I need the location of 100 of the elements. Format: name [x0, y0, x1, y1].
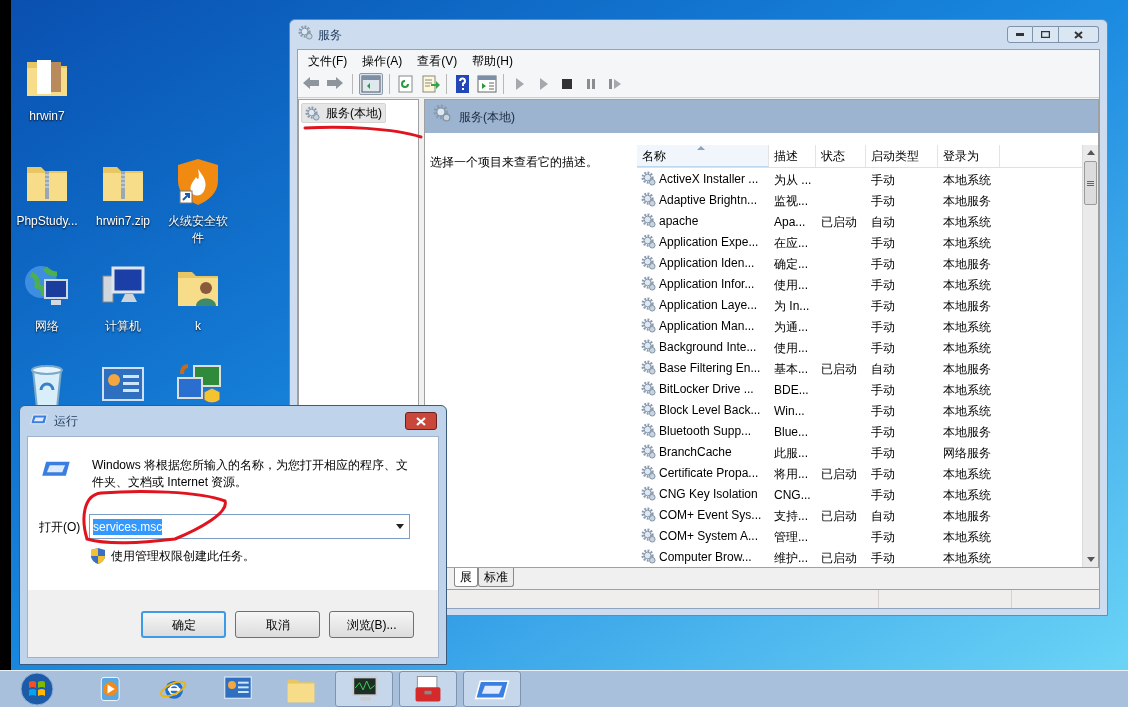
- table-cell: 为从 ...: [774, 172, 812, 187]
- table-cell: CNG...: [774, 487, 811, 502]
- desktop-icon-label[interactable]: 网络: [35, 318, 59, 335]
- scroll-up-arrow-icon[interactable]: [1086, 150, 1095, 155]
- desktop-icon-label[interactable]: hrwin7: [29, 108, 65, 125]
- tree-item[interactable]: 服务(本地): [301, 103, 386, 123]
- dropdown-arrow-icon[interactable]: [396, 524, 404, 529]
- table-cell: 手动: [871, 487, 895, 502]
- maximize-button[interactable]: [1033, 26, 1059, 43]
- export-list-icon[interactable]: [420, 75, 440, 93]
- taskbar-button[interactable]: [335, 671, 393, 707]
- table-cell: 本地系统: [943, 340, 991, 355]
- start-button[interactable]: [18, 672, 56, 706]
- close-button[interactable]: [1059, 26, 1099, 43]
- table-cell: 本地服务: [943, 361, 991, 376]
- table-cell: 手动: [871, 529, 895, 544]
- run-icon: [30, 412, 48, 426]
- shield-icon: [91, 548, 105, 564]
- dialog-button[interactable]: 浏览(B)...: [329, 611, 414, 638]
- column-header[interactable]: 描述: [769, 145, 816, 167]
- dialog-button[interactable]: 确定: [141, 611, 226, 638]
- desktop-icon-label[interactable]: PhpStudy...: [16, 213, 78, 230]
- table-cell-text: COM+ System A...: [659, 527, 759, 545]
- table-cell-text: Application Man...: [659, 317, 755, 335]
- table-cell: 本地系统: [943, 466, 991, 481]
- taskbar-button[interactable]: [399, 671, 457, 707]
- scroll-down-arrow-icon[interactable]: [1086, 557, 1095, 562]
- table-cell: 手动: [871, 319, 895, 334]
- table-cell-text: Application Iden...: [659, 254, 755, 272]
- desktop-icon-label[interactable]: k: [195, 318, 201, 335]
- table-cell: 本地系统: [943, 550, 991, 565]
- gear-icon: [641, 528, 656, 543]
- table-cell: 网络服务: [943, 445, 991, 460]
- table-cell-text: BitLocker Drive ...: [659, 380, 754, 398]
- table-cell: 本地系统: [943, 382, 991, 397]
- column-header[interactable]: 状态: [816, 145, 866, 167]
- table-cell: 手动: [871, 256, 895, 271]
- table-cell-text: CNG Key Isolation: [659, 485, 758, 503]
- refresh-icon[interactable]: [396, 75, 416, 93]
- gear-icon: [641, 213, 656, 228]
- table-cell-text: Application Expe...: [659, 233, 759, 251]
- scrollbar-thumb[interactable]: [1084, 161, 1097, 205]
- dialog-button[interactable]: 取消: [235, 611, 320, 638]
- gear-icon: [641, 444, 656, 459]
- menu-item[interactable]: 帮助(H): [466, 51, 519, 70]
- properties-icon[interactable]: [477, 75, 497, 93]
- table-cell: 已启动: [821, 550, 857, 565]
- table-cell: 手动: [871, 466, 895, 481]
- table-cell: 为通...: [774, 319, 808, 334]
- menu-item[interactable]: 文件(F): [302, 51, 354, 70]
- table-cell: 已启动: [821, 466, 857, 481]
- vertical-scrollbar[interactable]: [1082, 145, 1098, 567]
- table-cell: 本地系统: [943, 277, 991, 292]
- table-cell: 手动: [871, 277, 895, 292]
- table-cell: Apa...: [774, 214, 806, 229]
- view-tab[interactable]: 展: [454, 568, 478, 587]
- maximize-icon: [1041, 31, 1050, 38]
- close-icon: [416, 416, 426, 426]
- table-cell: 手动: [871, 550, 895, 565]
- minimize-icon: [1016, 33, 1024, 36]
- gear-icon: [641, 276, 656, 291]
- table-cell: 支持...: [774, 508, 808, 523]
- grip-icon: [1087, 180, 1094, 186]
- table-cell: 本地系统: [943, 529, 991, 544]
- gear-icon: [641, 402, 656, 417]
- table-cell: BDE...: [774, 382, 809, 397]
- table-cell: 在应...: [774, 235, 808, 250]
- description-prompt: 选择一个项目来查看它的描述。: [430, 155, 598, 169]
- desktop-icon-label[interactable]: 火绒安全软件: [165, 213, 231, 247]
- table-cell-text: Computer Brow...: [659, 548, 752, 566]
- column-header[interactable]: 启动类型: [866, 145, 938, 167]
- table-cell: 自动: [871, 361, 895, 376]
- column-header[interactable]: 名称: [637, 145, 769, 167]
- table-cell: 本地系统: [943, 172, 991, 187]
- table-cell: 手动: [871, 172, 895, 187]
- dialog-title: 运行: [54, 413, 78, 430]
- show-tree-icon[interactable]: [361, 75, 381, 93]
- gear-icon: [641, 507, 656, 522]
- close-button[interactable]: [405, 412, 437, 430]
- admin-note: 使用管理权限创建此任务。: [111, 548, 255, 565]
- desktop-icon-label[interactable]: hrwin7.zip: [96, 213, 150, 230]
- table-cell: 手动: [871, 340, 895, 355]
- gear-icon: [641, 234, 656, 249]
- table-cell: 监视...: [774, 193, 808, 208]
- menu-item[interactable]: 操作(A): [356, 51, 409, 70]
- gear-icon: [641, 465, 656, 480]
- desktop-icon-label[interactable]: 计算机: [105, 318, 141, 335]
- view-tab[interactable]: 标准: [478, 568, 514, 587]
- gear-icon: [641, 255, 656, 270]
- table-cell: 手动: [871, 298, 895, 313]
- gear-icon: [641, 171, 656, 186]
- table-cell: 手动: [871, 424, 895, 439]
- menu-item[interactable]: 查看(V): [411, 51, 464, 70]
- pane-title: 服务(本地): [459, 108, 515, 126]
- table-cell: 维护...: [774, 550, 808, 565]
- gear-icon: [641, 360, 656, 375]
- table-cell: 本地系统: [943, 403, 991, 418]
- column-header[interactable]: 登录为: [938, 145, 1000, 167]
- minimize-button[interactable]: [1007, 26, 1033, 43]
- gear-icon: [433, 104, 451, 122]
